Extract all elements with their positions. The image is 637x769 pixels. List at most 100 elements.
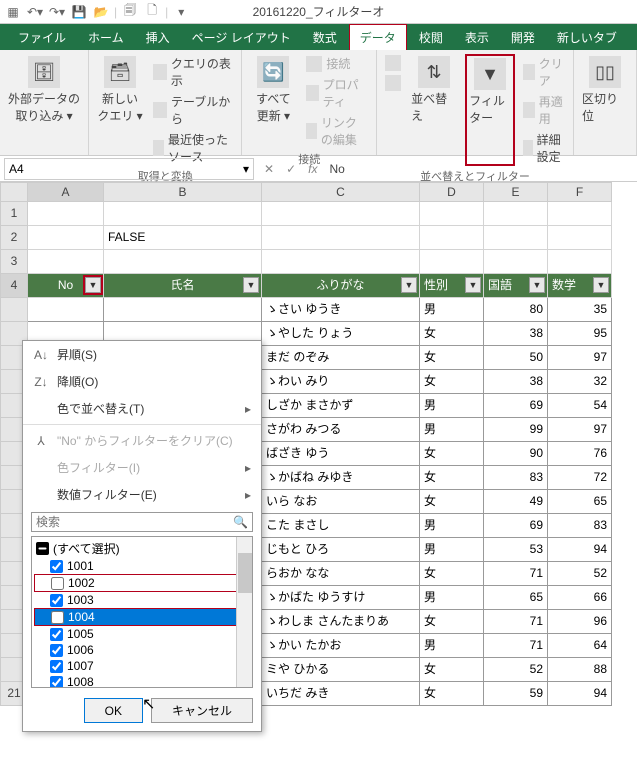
cell[interactable]: 女 [420,490,484,514]
filter-dropdown-icon[interactable]: ▼ [593,277,609,293]
filter-value-item[interactable]: 1007 [34,658,250,674]
cell[interactable]: 69 [484,394,548,418]
cell[interactable]: しざか まさかず [262,394,420,418]
cell[interactable]: 男 [420,394,484,418]
table-header-gender[interactable]: 性別▼ [420,274,484,298]
advanced-filter-button[interactable]: 詳細設定 [521,130,567,166]
row-header[interactable]: 1 [0,202,28,226]
ok-button[interactable]: OK [84,698,143,723]
col-header-A[interactable]: A [28,182,104,202]
cell[interactable]: 59 [484,682,548,706]
cell[interactable]: 男 [420,586,484,610]
cell[interactable]: ゝかばた ゆうすけ [262,586,420,610]
refresh-all-button[interactable]: 🔄すべて 更新 ▾ [248,54,298,149]
cell[interactable]: ばざき ゆう [262,442,420,466]
cell[interactable]: 52 [484,658,548,682]
cell[interactable]: 96 [548,610,612,634]
filter-value-item[interactable]: 1005 [34,626,250,642]
cell[interactable]: 49 [484,490,548,514]
col-header-B[interactable]: B [104,182,262,202]
cell[interactable]: さがわ みつる [262,418,420,442]
row-header[interactable]: 3 [0,250,28,274]
cell[interactable]: 男 [420,418,484,442]
cell[interactable]: 69 [484,514,548,538]
cell[interactable]: 65 [548,490,612,514]
sort-desc-item[interactable]: Z↓降順(O) [23,368,261,395]
filter-value-item[interactable]: 1008 [34,674,250,688]
cell[interactable]: 71 [484,562,548,586]
cell[interactable]: まだ のぞみ [262,346,420,370]
col-header-E[interactable]: E [484,182,548,202]
cell[interactable]: 50 [484,346,548,370]
cell[interactable]: 88 [548,658,612,682]
cell[interactable]: ゝかばね みゆき [262,466,420,490]
table-header-name[interactable]: 氏名▼ [104,274,262,298]
table-header-no[interactable]: No▼ [28,274,104,298]
tab-view[interactable]: 表示 [455,25,499,50]
sort-az-button[interactable] [383,54,403,72]
cell[interactable]: 女 [420,562,484,586]
filter-value-item[interactable]: 1001 [34,558,250,574]
sort-by-color-item[interactable]: 色で並べ替え(T)▸ [23,395,261,422]
cancel-button[interactable]: キャンセル [151,698,253,723]
redo-icon[interactable]: ↷▾ [48,3,66,21]
filter-dropdown-icon[interactable]: ▼ [401,277,417,293]
select-all-corner[interactable] [0,182,28,202]
tab-layout[interactable]: ページ レイアウト [182,25,301,50]
cell[interactable]: 女 [420,682,484,706]
cell[interactable]: 99 [484,418,548,442]
col-header-F[interactable]: F [548,182,612,202]
sort-asc-item[interactable]: A↓昇順(S) [23,341,261,368]
col-header-D[interactable]: D [420,182,484,202]
tab-review[interactable]: 校閲 [409,25,453,50]
tab-formula[interactable]: 数式 [303,25,347,50]
cell[interactable]: いら なお [262,490,420,514]
text-to-columns-button[interactable]: ▯▯区切り位 [580,54,630,126]
cell[interactable]: こた まさし [262,514,420,538]
tab-new[interactable]: 新しいタブ [547,25,627,50]
cell[interactable]: ゝやした りょう [262,322,420,346]
cell[interactable]: 94 [548,682,612,706]
save-icon[interactable]: 💾 [70,3,88,21]
filter-value-item[interactable]: 1002 [34,574,250,592]
cell[interactable]: 94 [548,538,612,562]
cell[interactable]: 80 [484,298,548,322]
qat-more-icon[interactable]: ▾ [172,3,190,21]
tab-data[interactable]: データ [349,24,407,50]
connections-button[interactable]: 接続 [304,54,370,73]
sort-button[interactable]: ⇅並べ替え [409,54,459,166]
filter-value-item[interactable]: 1004 [34,608,250,626]
col-header-C[interactable]: C [262,182,420,202]
from-table-button[interactable]: テーブルから [151,92,235,128]
cell[interactable]: ゝかい たかお [262,634,420,658]
tab-insert[interactable]: 挿入 [136,25,180,50]
cell[interactable]: 90 [484,442,548,466]
row-header[interactable]: 4 [0,274,28,298]
cell[interactable]: 76 [548,442,612,466]
cell[interactable]: 71 [484,634,548,658]
cell[interactable]: 男 [420,298,484,322]
cell[interactable]: 男 [420,514,484,538]
cell[interactable]: ゝさい ゆうき [262,298,420,322]
scrollbar-thumb[interactable] [238,553,252,593]
search-input[interactable] [36,515,233,529]
filter-search[interactable]: 🔍 [31,512,253,532]
cell[interactable]: ゝわい みり [262,370,420,394]
cell[interactable]: じもと ひろ [262,538,420,562]
formula-bar[interactable]: No [329,162,344,176]
tab-file[interactable]: ファイル [8,25,76,50]
new-icon[interactable]: 🗋 [143,3,161,21]
filter-value-item[interactable]: 1006 [34,642,250,658]
cell[interactable]: 女 [420,610,484,634]
sort-za-button[interactable] [383,74,403,92]
cell[interactable]: いちだ みき [262,682,420,706]
cell[interactable]: ミや ひかる [262,658,420,682]
cell[interactable]: 83 [548,514,612,538]
cell[interactable]: 65 [484,586,548,610]
cell[interactable]: FALSE [104,226,262,250]
filter-dropdown-icon[interactable]: ▼ [465,277,481,293]
cell[interactable]: 女 [420,442,484,466]
row-header[interactable] [0,298,28,322]
table-header-sugaku[interactable]: 数学▼ [548,274,612,298]
cell[interactable]: 女 [420,322,484,346]
